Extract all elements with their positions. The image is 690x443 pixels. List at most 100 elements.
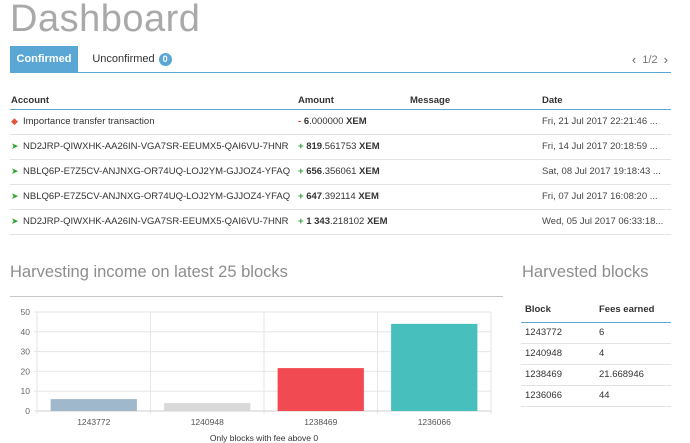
table-row[interactable]: ➤ ND2JRP-QIWXHK-AA26IN-VGA7SR-EEUMX5-QAI6…	[10, 209, 671, 235]
message-cell	[409, 184, 541, 210]
amount-cell: - 6.000000 XEM	[297, 109, 409, 135]
tab-confirmed[interactable]: Confirmed	[10, 46, 78, 73]
outgoing-transfer-icon: ➤	[11, 190, 19, 201]
harvested-blocks-title: Harvested blocks	[522, 263, 649, 281]
bar-1240948	[164, 403, 251, 411]
harvesting-divider	[10, 296, 503, 297]
amount-integer: 1 343	[306, 216, 330, 227]
transaction-tabs: Confirmed Unconfirmed 0 ‹ 1/2 ›	[10, 46, 671, 73]
pagination: ‹ 1/2 ›	[629, 52, 671, 67]
amount-unit: XEM	[366, 216, 388, 227]
date-cell: Wed, 05 Jul 2017 06:33:18...	[541, 209, 671, 235]
fees-earned-cell: 6	[595, 322, 671, 344]
y-tick-label: 10	[21, 386, 31, 396]
account-address: Importance transfer transaction	[23, 116, 155, 127]
page-title: Dashboard	[10, 0, 201, 40]
account-cell[interactable]: ◆ Importance transfer transaction	[10, 109, 297, 135]
amount-cell: + 1 343.218102 XEM	[297, 209, 409, 235]
amount-sign: +	[298, 216, 304, 227]
table-row: 1238469 21.668946	[521, 364, 671, 386]
amount-decimals: .392114	[322, 191, 356, 202]
amount-decimals: .218102	[329, 216, 365, 227]
message-cell	[409, 134, 541, 160]
table-row[interactable]: ➤ ND2JRP-QIWXHK-AA26IN-VGA7SR-EEUMX5-QAI6…	[10, 134, 671, 160]
chevron-left-icon[interactable]: ‹	[629, 52, 639, 67]
date-cell: Fri, 21 Jul 2017 22:21:46 ...	[541, 109, 671, 135]
block-height-cell: 1243772	[521, 322, 595, 344]
bar-1238469	[277, 368, 364, 411]
account-cell[interactable]: ➤ NBLQ6P-E7Z5CV-ANJNXG-OR74UQ-LOJ2YM-GJJO…	[10, 184, 297, 210]
y-tick-label: 0	[25, 406, 30, 416]
account-address: ND2JRP-QIWXHK-AA26IN-VGA7SR-EEUMX5-QAI6V…	[23, 216, 289, 227]
tab-unconfirmed-label: Unconfirmed	[92, 53, 155, 65]
outgoing-transfer-icon: ➤	[11, 140, 19, 151]
transactions-table: Account Amount Message Date ◆ Importance …	[10, 92, 671, 235]
table-row[interactable]: ➤ NBLQ6P-E7Z5CV-ANJNXG-OR74UQ-LOJ2YM-GJJO…	[10, 159, 671, 185]
outgoing-transfer-icon: ➤	[11, 215, 19, 226]
tab-confirmed-label: Confirmed	[16, 53, 72, 65]
x-tick-label: 1243772	[77, 417, 110, 427]
block-height-cell: 1240948	[521, 343, 595, 365]
tab-unconfirmed[interactable]: Unconfirmed 0	[82, 46, 182, 73]
column-header-amount[interactable]: Amount	[297, 92, 409, 110]
amount-unit: XEM	[359, 141, 380, 152]
column-header-fees[interactable]: Fees earned	[595, 298, 671, 323]
date-cell: Fri, 14 Jul 2017 20:18:59 ...	[541, 134, 671, 160]
fees-earned-cell: 21.668946	[595, 364, 671, 386]
account-address: NBLQ6P-E7Z5CV-ANJNXG-OR74UQ-LOJ2YM-GJJOZ…	[23, 191, 291, 202]
y-tick-label: 20	[21, 366, 31, 376]
table-row: 1240948 4	[521, 343, 671, 365]
amount-cell: + 819.561753 XEM	[297, 134, 409, 160]
account-cell[interactable]: ➤ ND2JRP-QIWXHK-AA26IN-VGA7SR-EEUMX5-QAI6…	[10, 209, 297, 235]
amount-sign: +	[298, 166, 304, 177]
column-header-date[interactable]: Date	[541, 92, 671, 110]
y-tick-label: 30	[21, 347, 31, 357]
harvesting-income-chart: 0 10 20 30 40 50 1243772 1240948 1238469 1236066 O…	[21, 307, 492, 443]
amount-decimals: .000000	[309, 116, 344, 127]
importance-transfer-icon: ◆	[11, 115, 18, 126]
account-cell[interactable]: ➤ ND2JRP-QIWXHK-AA26IN-VGA7SR-EEUMX5-QAI6…	[10, 134, 297, 160]
x-tick-label: 1236066	[418, 417, 451, 427]
chevron-right-icon[interactable]: ›	[661, 52, 671, 67]
message-cell	[409, 109, 541, 135]
amount-sign: +	[298, 141, 304, 152]
amount-integer: 647	[306, 191, 323, 202]
bar-1236066	[391, 323, 478, 411]
date-cell: Fri, 07 Jul 2017 16:08:20 ...	[541, 184, 671, 210]
harvested-blocks-table: Block Fees earned 1243772 6 1240948 4 123846…	[521, 298, 671, 407]
column-header-account[interactable]: Account	[10, 92, 297, 110]
date-cell: Sat, 08 Jul 2017 19:18:43 ...	[541, 159, 671, 185]
outgoing-transfer-icon: ➤	[11, 165, 19, 176]
page-indicator: 1/2	[642, 53, 658, 66]
amount-decimals: .356061	[322, 166, 357, 177]
amount-integer: 656	[306, 166, 323, 177]
harvesting-income-title: Harvesting income on latest 25 blocks	[10, 263, 288, 281]
bar-1243772	[50, 399, 137, 411]
x-tick-label: 1238469	[304, 417, 337, 427]
column-header-block[interactable]: Block	[521, 298, 595, 323]
account-address: NBLQ6P-E7Z5CV-ANJNXG-OR74UQ-LOJ2YM-GJJOZ…	[23, 166, 291, 177]
message-cell	[409, 159, 541, 185]
fees-earned-cell: 44	[595, 385, 671, 407]
amount-unit: XEM	[359, 166, 380, 177]
fees-earned-cell: 4	[595, 343, 671, 365]
table-row: 1243772 6	[521, 322, 671, 344]
table-row[interactable]: ◆ Importance transfer transaction - 6.0000…	[10, 109, 671, 135]
amount-sign: +	[298, 191, 304, 202]
amount-unit: XEM	[358, 191, 379, 202]
y-tick-label: 40	[21, 327, 31, 337]
amount-integer: 819	[306, 141, 323, 152]
amount-unit: XEM	[346, 116, 367, 127]
block-height-cell: 1238469	[521, 364, 595, 386]
amount-sign: -	[298, 116, 302, 127]
chart-footnote: Only blocks with fee above 0	[210, 433, 318, 443]
block-height-cell: 1236066	[521, 385, 595, 407]
table-row[interactable]: ➤ NBLQ6P-E7Z5CV-ANJNXG-OR74UQ-LOJ2YM-GJJO…	[10, 184, 671, 210]
account-cell[interactable]: ➤ NBLQ6P-E7Z5CV-ANJNXG-OR74UQ-LOJ2YM-GJJO…	[10, 159, 297, 185]
message-cell	[409, 209, 541, 235]
x-tick-label: 1240948	[191, 417, 224, 427]
column-header-message[interactable]: Message	[409, 92, 541, 110]
table-row: 1236066 44	[521, 385, 671, 407]
amount-decimals: .561753	[322, 141, 357, 152]
unconfirmed-count-badge: 0	[158, 52, 172, 66]
